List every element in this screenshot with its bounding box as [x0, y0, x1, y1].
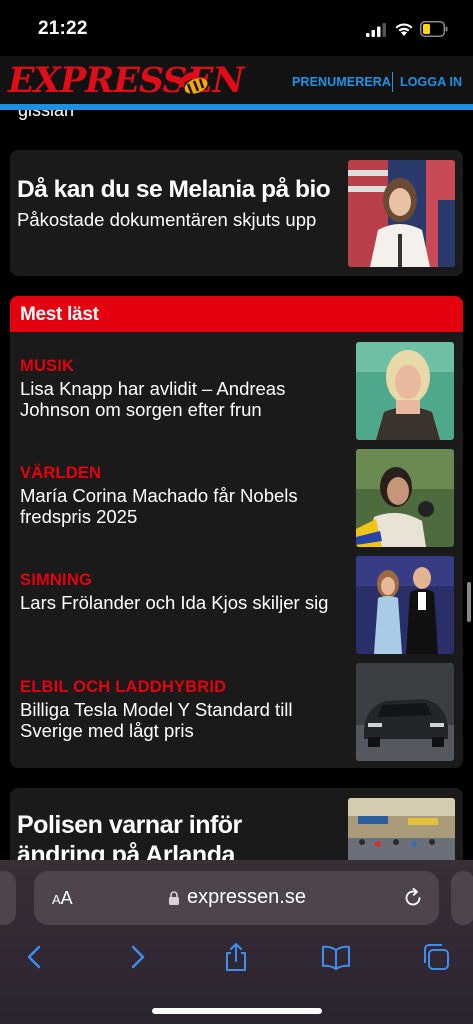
lisa-knapp-photo — [356, 342, 454, 440]
reload-icon[interactable] — [402, 887, 424, 909]
most-read-header: Mest läst — [10, 296, 463, 332]
most-read-item[interactable]: MUSIK Lisa Knapp har avlidit – Andreas J… — [10, 342, 463, 449]
previous-tab-preview[interactable] — [0, 871, 16, 925]
item-category[interactable]: VÄRLDEN — [20, 464, 101, 483]
home-indicator[interactable] — [152, 1008, 322, 1014]
site-header: EXPRESSEN PRENUMERERA LOGGA IN — [0, 56, 473, 104]
login-link[interactable]: LOGGA IN — [400, 75, 462, 89]
cellular-signal-icon — [366, 23, 386, 37]
item-thumbnail[interactable] — [356, 663, 454, 761]
wasp-logo-icon — [179, 72, 208, 95]
item-category[interactable]: SIMNING — [20, 571, 92, 590]
forward-icon[interactable] — [122, 942, 152, 972]
arlanda-photo — [348, 798, 455, 860]
melania-photo — [348, 160, 455, 267]
page-content: gissian Då kan du se Melania på bio Påko… — [0, 110, 473, 860]
scrollbar[interactable] — [467, 582, 471, 622]
machado-photo — [356, 449, 454, 547]
header-divider — [392, 72, 393, 92]
bookmarks-icon[interactable] — [321, 942, 351, 972]
next-tab-preview[interactable] — [451, 871, 473, 925]
frolander-kjos-photo — [356, 556, 454, 654]
battery-icon — [420, 21, 448, 37]
article-subtitle[interactable]: Påkostade dokumentären skjuts upp — [17, 209, 327, 230]
address-bar[interactable]: AA expressen.se — [34, 871, 439, 925]
wifi-icon — [395, 23, 413, 36]
item-category[interactable]: ELBIL OCH LADDHYBRID — [20, 678, 226, 697]
reader-options-button[interactable]: AA — [52, 888, 73, 909]
item-category[interactable]: MUSIK — [20, 357, 74, 376]
status-time: 21:22 — [38, 18, 88, 39]
lock-icon — [169, 891, 179, 905]
most-read-heading: Mest läst — [20, 304, 99, 325]
subscribe-link[interactable]: PRENUMERERA — [292, 75, 391, 89]
most-read-item[interactable]: SIMNING Lars Frölander och Ida Kjos skil… — [10, 556, 463, 663]
item-headline[interactable]: Lars Frölander och Ida Kjos skiljer sig — [20, 592, 338, 613]
tesla-photo — [356, 663, 454, 761]
most-read-section: Mest läst MUSIK Lisa Knapp har avlidit –… — [10, 296, 463, 768]
url-text[interactable]: expressen.se — [187, 886, 306, 909]
item-headline[interactable]: Lisa Knapp har avlidit – Andreas Johnson… — [20, 378, 338, 420]
share-icon[interactable] — [221, 942, 251, 972]
item-thumbnail[interactable] — [356, 556, 454, 654]
browser-toolbar: AA expressen.se — [0, 860, 473, 1024]
article-thumbnail[interactable] — [348, 160, 455, 267]
article-thumbnail[interactable] — [348, 798, 455, 860]
item-thumbnail[interactable] — [356, 449, 454, 547]
aa-label: A — [60, 888, 73, 908]
item-headline[interactable]: Billiga Tesla Model Y Standard till Sver… — [20, 699, 338, 741]
cutoff-text: gissian — [18, 110, 75, 120]
article-title[interactable]: Polisen varnar inför ändring på Arlanda — [17, 810, 297, 860]
status-bar: 21:22 — [0, 0, 473, 56]
back-icon[interactable] — [20, 942, 50, 972]
most-read-item[interactable]: VÄRLDEN María Corina Machado får Nobels … — [10, 449, 463, 556]
item-headline[interactable]: María Corina Machado får Nobels fredspri… — [20, 485, 338, 527]
article-card-arlanda[interactable]: Polisen varnar inför ändring på Arlanda — [10, 788, 463, 860]
most-read-item[interactable]: ELBIL OCH LADDHYBRID Billiga Tesla Model… — [10, 663, 463, 768]
article-title[interactable]: Då kan du se Melania på bio — [17, 176, 331, 204]
item-thumbnail[interactable] — [356, 342, 454, 440]
article-card-melania[interactable]: Då kan du se Melania på bio Påkostade do… — [10, 150, 463, 276]
tabs-icon[interactable] — [421, 942, 451, 972]
